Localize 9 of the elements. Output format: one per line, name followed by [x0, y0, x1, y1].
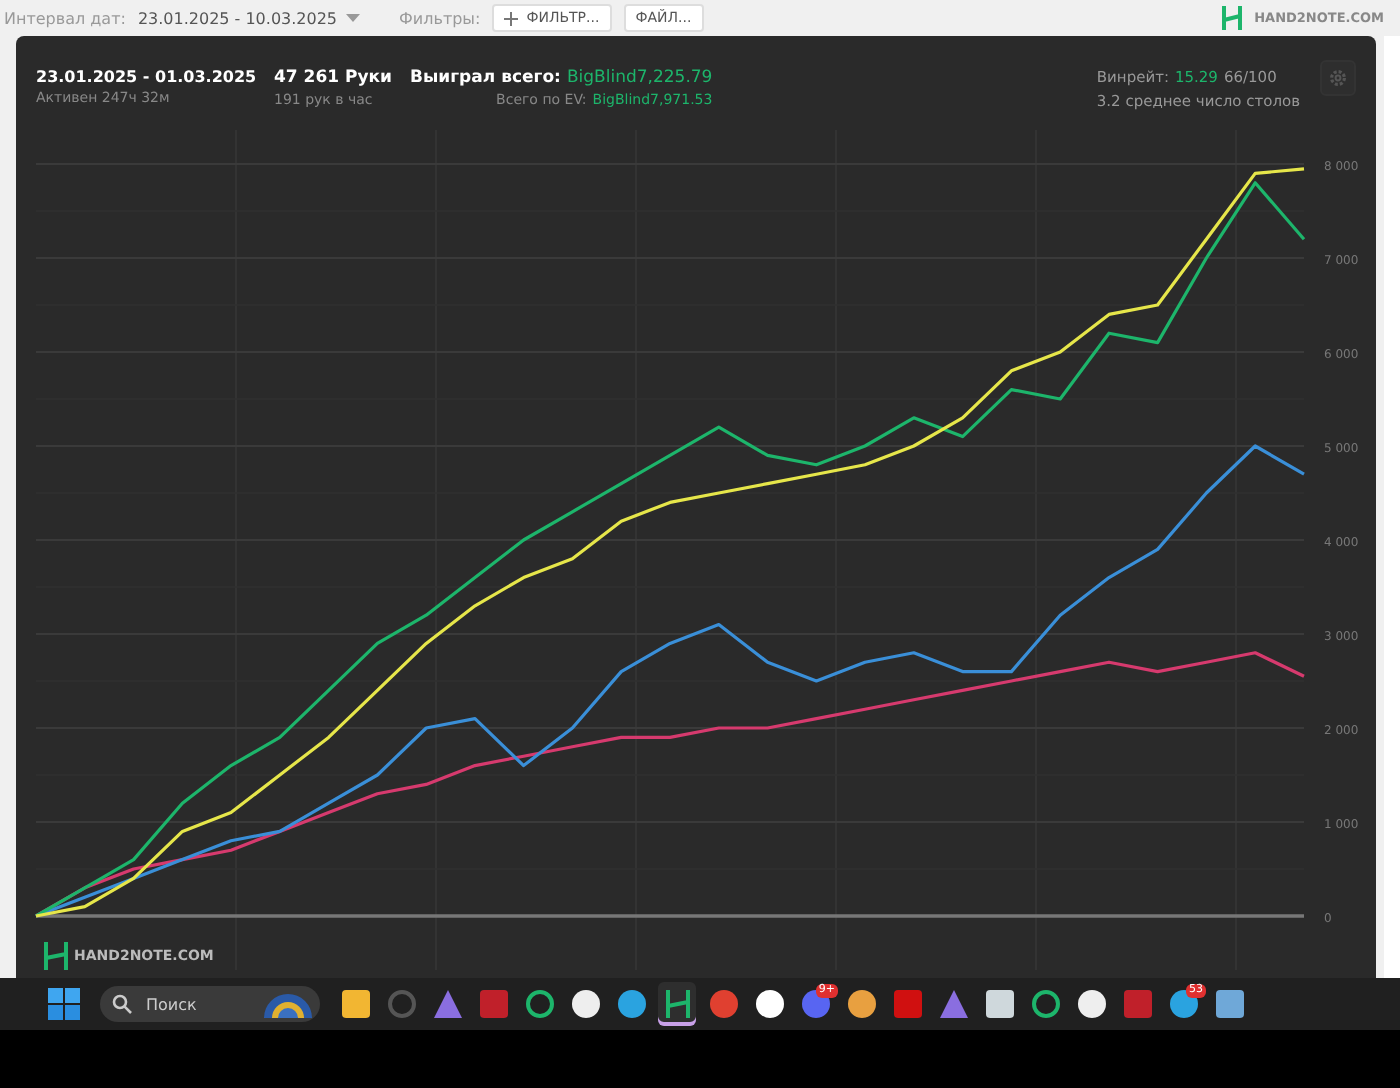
hands-count: 47 261 Руки [274, 68, 394, 88]
won-label: Выиграл всего: [410, 68, 561, 88]
search-input[interactable]: Поиск [142, 993, 254, 1015]
date-range-dropdown[interactable]: 23.01.2025 - 10.03.2025 [137, 9, 360, 27]
date-label: Интервал дат: [4, 9, 126, 27]
won-value: BigBlind7,225.79 [566, 68, 713, 88]
filters-label: Фильтры: [399, 9, 481, 27]
period-text: 23.01.2025 - 01.03.2025 [36, 68, 259, 86]
search-field[interactable]: Поиск [100, 986, 320, 1022]
